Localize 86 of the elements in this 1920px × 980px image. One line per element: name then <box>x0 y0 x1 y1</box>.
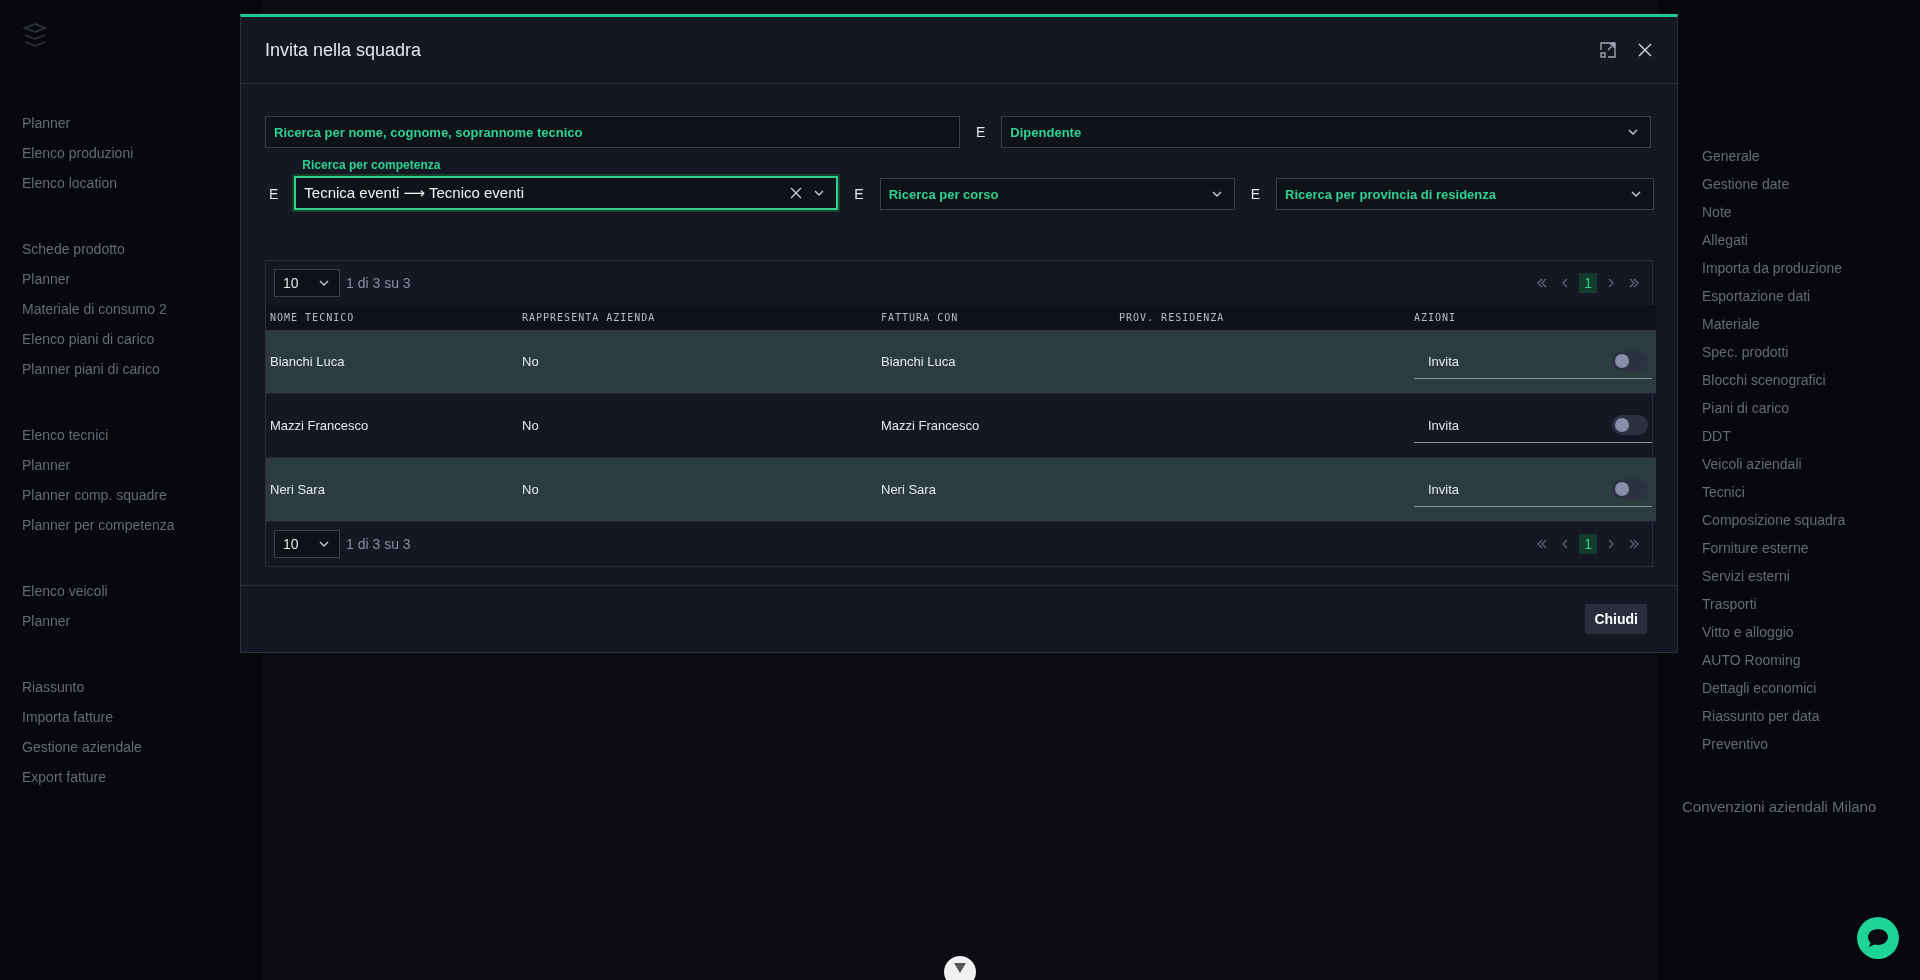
page-size-select[interactable]: 10 <box>274 269 340 297</box>
first-page-icon[interactable] <box>1536 538 1549 550</box>
first-page-icon[interactable] <box>1536 277 1549 289</box>
previous-page-icon[interactable] <box>1562 277 1570 289</box>
section-item[interactable]: Servizi esterni <box>1682 562 1904 590</box>
table-cell: No <box>518 330 877 394</box>
footer-label: Convenzioni aziendali Milano <box>1682 798 1878 815</box>
section-item[interactable]: Riassunto per data <box>1682 702 1904 730</box>
section-item[interactable]: Blocchi scenografici <box>1682 366 1904 394</box>
sidebar-item[interactable]: Elenco tecnici <box>22 420 240 450</box>
page-button[interactable]: 1 <box>1579 534 1597 554</box>
search-field[interactable]: Ricerca per nome, cognome, soprannome tecnico <box>265 116 960 148</box>
and-label: E <box>975 123 987 142</box>
next-page-icon[interactable] <box>1607 538 1614 550</box>
page-button[interactable]: 1 <box>1579 273 1597 293</box>
sidebar-item[interactable]: Gestione aziendale <box>22 732 240 762</box>
section-item[interactable]: Tecnici <box>1682 478 1904 506</box>
section-item[interactable]: Allegati <box>1682 226 1904 254</box>
section-item[interactable]: Preventivo <box>1682 730 1904 758</box>
table-cell: Bianchi Luca <box>877 330 1115 394</box>
column-header: AZIONI <box>1410 305 1656 330</box>
logo-icon <box>22 22 48 48</box>
invite-toggle[interactable]: Invita <box>1414 408 1652 443</box>
sidebar-item[interactable]: Elenco piani di carico <box>22 324 240 354</box>
sidebar-item[interactable]: Planner piani di carico <box>22 354 240 384</box>
previous-page-icon[interactable] <box>1562 538 1570 550</box>
speech-bubble-icon <box>1866 927 1890 949</box>
column-header: NOME TECNICO <box>266 305 518 330</box>
chat-button[interactable] <box>1857 917 1899 959</box>
column-header: RAPPRESENTA AZIENDA <box>518 305 877 330</box>
and-label: E <box>1249 185 1262 204</box>
section-item[interactable]: Materiale <box>1682 310 1904 338</box>
close-icon[interactable] <box>1637 42 1653 58</box>
and-label: E <box>853 185 865 204</box>
page-summary: 1 di 3 su 3 <box>346 536 412 552</box>
table-cell: Neri Sara <box>877 458 1115 522</box>
sidebar-item[interactable]: Riassunto <box>22 672 240 702</box>
sidebar-item[interactable]: Planner per competenza <box>22 510 240 540</box>
triangle-down-icon <box>953 962 967 974</box>
column-header: PROV. RESIDENZA <box>1115 305 1410 330</box>
close-button[interactable]: Chiudi <box>1585 604 1647 634</box>
sidebar-item[interactable]: Planner <box>22 450 240 480</box>
table-cell: Neri Sara <box>266 458 518 522</box>
field-label: Ricerca per competenza <box>302 158 442 172</box>
sidebar-item[interactable]: Planner <box>22 264 240 294</box>
section-item[interactable]: Trasporti <box>1682 590 1904 618</box>
page-summary: 1 di 3 su 3 <box>346 275 412 291</box>
column-header: FATTURA CON <box>877 305 1115 330</box>
section-item[interactable]: Piani di carico <box>1682 394 1904 422</box>
section-item[interactable]: Dettagli economici <box>1682 674 1904 702</box>
sidebar-item[interactable]: Elenco veicoli <box>22 576 240 606</box>
section-item[interactable]: Composizione squadra <box>1682 506 1904 534</box>
sidebar-item[interactable]: Elenco produzioni <box>22 138 240 168</box>
sidebar-item[interactable]: Elenco location <box>22 168 240 198</box>
section-item[interactable]: AUTO Rooming <box>1682 646 1904 674</box>
page-size-select[interactable]: 10 <box>274 530 340 558</box>
section-item[interactable]: Spec. prodotti <box>1682 338 1904 366</box>
section-item[interactable]: Gestione date <box>1682 170 1904 198</box>
sidebar-item[interactable]: Planner <box>22 108 240 138</box>
section-item[interactable]: Forniture esterne <box>1682 534 1904 562</box>
select-field[interactable]: Ricerca per corso <box>879 178 1235 210</box>
section-item[interactable]: DDT <box>1682 422 1904 450</box>
last-page-icon[interactable] <box>1628 277 1640 289</box>
section-item[interactable]: Note <box>1682 198 1904 226</box>
sidebar-item[interactable]: Planner comp. squadre <box>22 480 240 510</box>
and-label: E <box>268 185 280 204</box>
dialog-title: Invita nella squadra <box>265 39 423 61</box>
section-item[interactable]: Generale <box>1682 142 1904 170</box>
expand-icon[interactable] <box>1599 41 1617 59</box>
section-item[interactable]: Vitto e alloggio <box>1682 618 1904 646</box>
sidebar-item[interactable]: Materiale di consumo 2 <box>22 294 240 324</box>
select-field[interactable]: Ricerca per provincia di residenza <box>1276 178 1655 210</box>
select-field[interactable]: Dipendente <box>1001 116 1652 148</box>
section-item[interactable]: Esportazione dati <box>1682 282 1904 310</box>
table-cell: No <box>518 458 877 522</box>
sidebar-item[interactable]: Planner <box>22 606 240 636</box>
sidebar-item[interactable]: Schede prodotto <box>22 234 240 264</box>
last-page-icon[interactable] <box>1628 538 1640 550</box>
sidebar-item[interactable]: Importa fatture <box>22 702 240 732</box>
select-field[interactable]: Tecnica eventi ⟶ Tecnico eventi <box>294 176 839 210</box>
clear-icon[interactable] <box>790 187 803 199</box>
sidebar-item[interactable]: Export fatture <box>22 762 240 792</box>
table-cell: Bianchi Luca <box>266 330 518 394</box>
next-page-icon[interactable] <box>1607 277 1614 289</box>
section-item[interactable]: Importa da produzione <box>1682 254 1904 282</box>
section-item[interactable]: Veicoli aziendali <box>1682 450 1904 478</box>
